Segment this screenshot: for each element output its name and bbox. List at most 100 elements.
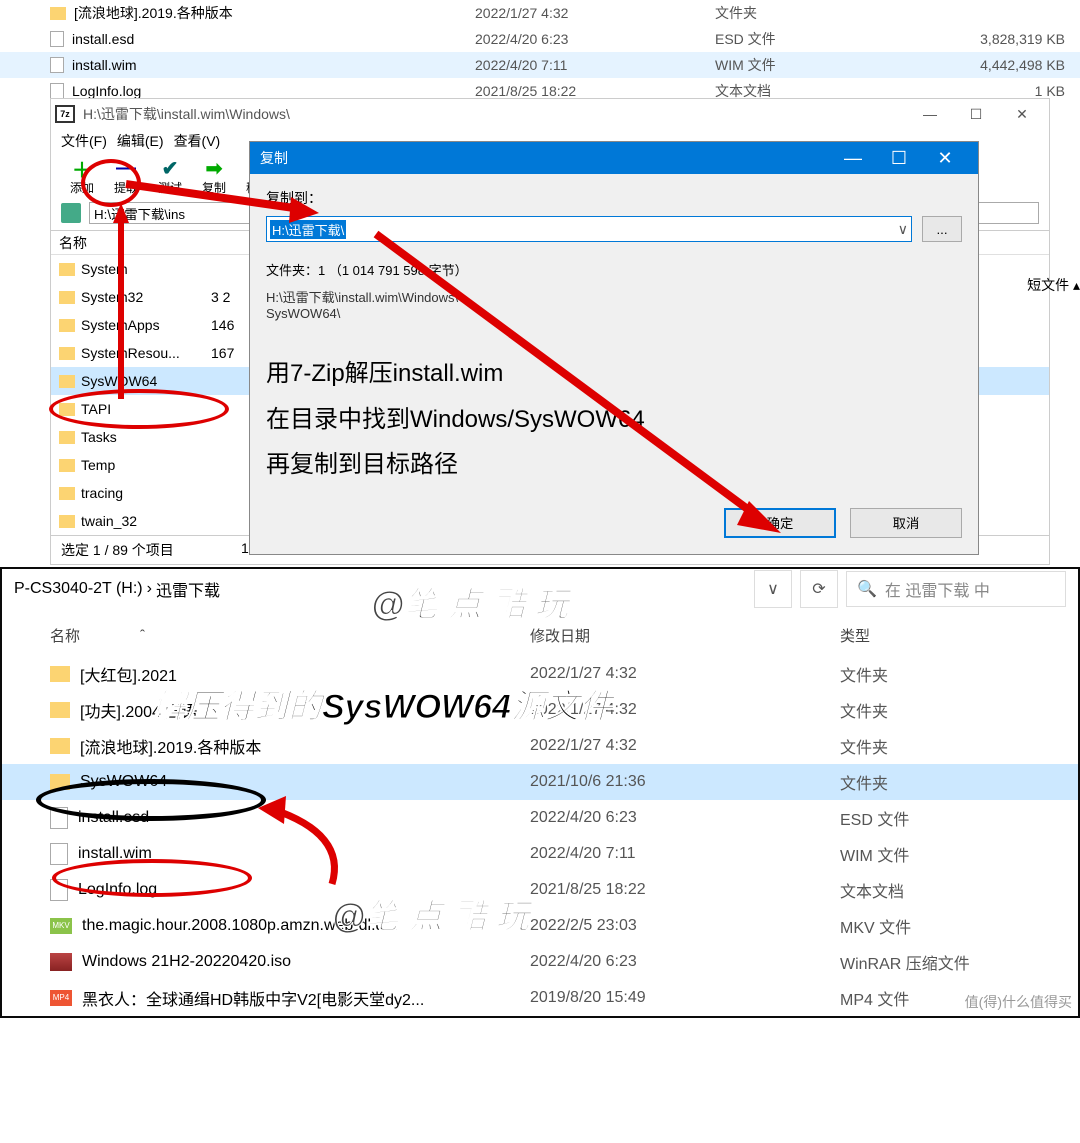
menu-item[interactable]: 编辑(E) — [117, 131, 164, 151]
breadcrumb-folder[interactable]: 迅雷下载 — [156, 577, 220, 601]
file-name: install.esd — [72, 31, 134, 47]
file-date: 2022/4/20 7:11 — [530, 845, 840, 863]
file-date: 2022/4/20 6:23 — [475, 31, 715, 47]
file-name: [流浪地球].2019.各种版本 — [80, 734, 261, 758]
menu-item[interactable]: 查看(V) — [174, 131, 221, 151]
file-row[interactable]: install.esd2022/4/20 6:23ESD 文件3,828,319… — [0, 26, 1080, 52]
file-size: 4,442,498 KB — [915, 57, 1075, 73]
header-date[interactable]: 修改日期 — [530, 625, 840, 646]
file-type: MKV 文件 — [840, 914, 1040, 938]
file-row[interactable]: MKVthe.magic.hour.2008.1080p.amzn.web-dl… — [2, 908, 1078, 944]
breadcrumb-drive[interactable]: P-CS3040-2T (H:) — [14, 580, 143, 598]
dialog-close-button[interactable]: ✕ — [922, 148, 968, 169]
file-type: 文件夹 — [840, 770, 1040, 794]
column-name-header[interactable]: 名称 — [51, 233, 211, 253]
dialog-maximize-button[interactable]: ☐ — [876, 148, 922, 169]
file-type: ESD 文件 — [840, 806, 1040, 830]
toolbar-icon: ✔ — [149, 157, 191, 179]
folder-icon — [50, 666, 70, 682]
destination-combo[interactable]: H:\迅雷下载\ ∨ — [266, 216, 912, 242]
file-row[interactable]: Windows 21H2-20220420.iso2022/4/20 6:23W… — [2, 944, 1078, 980]
file-type: 文本文档 — [840, 878, 1040, 902]
folder-icon — [50, 774, 70, 790]
short-file-header[interactable]: 短文件 ▴ — [1027, 275, 1080, 295]
folder-icon — [59, 431, 75, 444]
file-row[interactable]: install.wim2022/4/20 7:11WIM 文件4,442,498… — [0, 52, 1080, 78]
file-row[interactable]: [流浪地球].2019.各种版本2022/1/27 4:32文件夹 — [0, 0, 1080, 26]
dialog-minimize-button[interactable]: — — [830, 148, 876, 169]
file-row[interactable]: SysWOW64 2021/10/6 21:36文件夹 — [2, 764, 1078, 800]
toolbar-提取[interactable]: —提取 — [105, 157, 147, 196]
toolbar-label: 添加 — [61, 179, 103, 196]
folder-icon — [50, 7, 66, 20]
header-type[interactable]: 类型 — [840, 625, 1040, 646]
ok-button[interactable]: 确定 — [724, 508, 836, 538]
sevenzip-logo-icon: 7z — [55, 105, 75, 123]
folder-name: SystemApps — [81, 317, 160, 333]
folder-name: SystemResou... — [81, 345, 180, 361]
file-row[interactable]: LogInfo.log2021/8/25 18:22文本文档 — [2, 872, 1078, 908]
copy-dialog: 复制 — ☐ ✕ 复制到： H:\迅雷下载\ ∨ ... 文件夹：1 （1 01… — [249, 141, 979, 555]
sevenzip-window: 7z H:\迅雷下载\install.wim\Windows\ — ☐ ✕ 文件… — [50, 98, 1050, 565]
file-date: 2022/2/5 23:03 — [530, 917, 840, 935]
chevron-down-icon[interactable]: ∨ — [898, 221, 908, 238]
search-placeholder: 在 迅雷下载 中 — [885, 577, 990, 601]
header-name[interactable]: 名称ˆ — [50, 625, 530, 646]
instruction-line-2: 在目录中找到Windows/SysWOW64 — [266, 397, 962, 443]
up-folder-button[interactable] — [61, 203, 81, 223]
file-row[interactable]: install.esd 2022/4/20 6:23ESD 文件 — [2, 800, 1078, 836]
folder-icon — [59, 375, 75, 388]
instruction-annotation: 用7-Zip解压install.wim 在目录中找到Windows/SysWOW… — [266, 351, 962, 488]
sevenzip-titlebar[interactable]: 7z H:\迅雷下载\install.wim\Windows\ — ☐ ✕ — [51, 99, 1049, 129]
file-size: 1 KB — [915, 83, 1075, 99]
folder-name: System — [81, 261, 128, 277]
toolbar-复制[interactable]: ➡复制 — [193, 157, 235, 196]
file-date: 2022/4/20 7:11 — [475, 57, 715, 73]
destination-input[interactable] — [266, 216, 912, 242]
file-name: install.esd — [78, 809, 149, 827]
folder-icon — [59, 459, 75, 472]
folder-icon — [59, 319, 75, 332]
status-selection: 选定 1 / 89 个项目 — [61, 540, 241, 560]
file-date: 2022/4/20 6:23 — [530, 809, 840, 827]
file-size: 3,828,319 KB — [915, 31, 1075, 47]
file-icon — [50, 57, 64, 73]
folder-name: tracing — [81, 485, 123, 501]
refresh-button[interactable]: ⟳ — [800, 570, 838, 608]
dropdown-button[interactable]: ∨ — [754, 570, 792, 608]
folder-icon — [59, 403, 75, 416]
cancel-button[interactable]: 取消 — [850, 508, 962, 538]
folder-icon — [59, 487, 75, 500]
folder-name: twain_32 — [81, 513, 137, 529]
browse-button[interactable]: ... — [922, 216, 962, 242]
file-name: SysWOW64 — [80, 773, 167, 791]
file-row[interactable]: MP4黑衣人：全球通缉HD韩版中字V2[电影天堂dy2...2019/8/20 … — [2, 980, 1078, 1016]
file-date: 2021/10/6 21:36 — [530, 773, 840, 791]
toolbar-icon: — — [105, 157, 147, 179]
copy-to-label: 复制到： — [266, 188, 962, 208]
close-button[interactable]: ✕ — [999, 99, 1045, 129]
maximize-button[interactable]: ☐ — [953, 99, 999, 129]
file-date: 2019/8/20 15:49 — [530, 989, 840, 1007]
toolbar-icon: ➡ — [193, 157, 235, 179]
mkv-icon: MKV — [50, 918, 72, 934]
toolbar-测试[interactable]: ✔测试 — [149, 157, 191, 196]
site-badge: 值(得)什么值得买 — [965, 992, 1072, 1012]
instruction-line-3: 再复制到目标路径 — [266, 442, 962, 488]
folder-name: SysWOW64 — [81, 373, 157, 389]
file-name: install.wim — [78, 845, 152, 863]
folder-icon — [50, 738, 70, 754]
rar-icon — [50, 953, 72, 971]
copy-dialog-titlebar[interactable]: 复制 — ☐ ✕ — [250, 142, 978, 174]
file-name: LogInfo.log — [78, 881, 157, 899]
file-icon — [50, 31, 64, 47]
file-type: 文件夹 — [840, 662, 1040, 686]
minimize-button[interactable]: — — [907, 99, 953, 129]
menu-item[interactable]: 文件(F) — [61, 131, 107, 151]
toolbar-添加[interactable]: ＋添加 — [61, 157, 103, 196]
file-row[interactable]: install.wim2022/4/20 7:11WIM 文件 — [2, 836, 1078, 872]
search-box[interactable]: 🔍 在 迅雷下载 中 — [846, 571, 1066, 607]
folder-icon — [59, 291, 75, 304]
file-row[interactable]: [流浪地球].2019.各种版本2022/1/27 4:32文件夹 — [2, 728, 1078, 764]
instruction-line-1: 用7-Zip解压install.wim — [266, 351, 962, 397]
